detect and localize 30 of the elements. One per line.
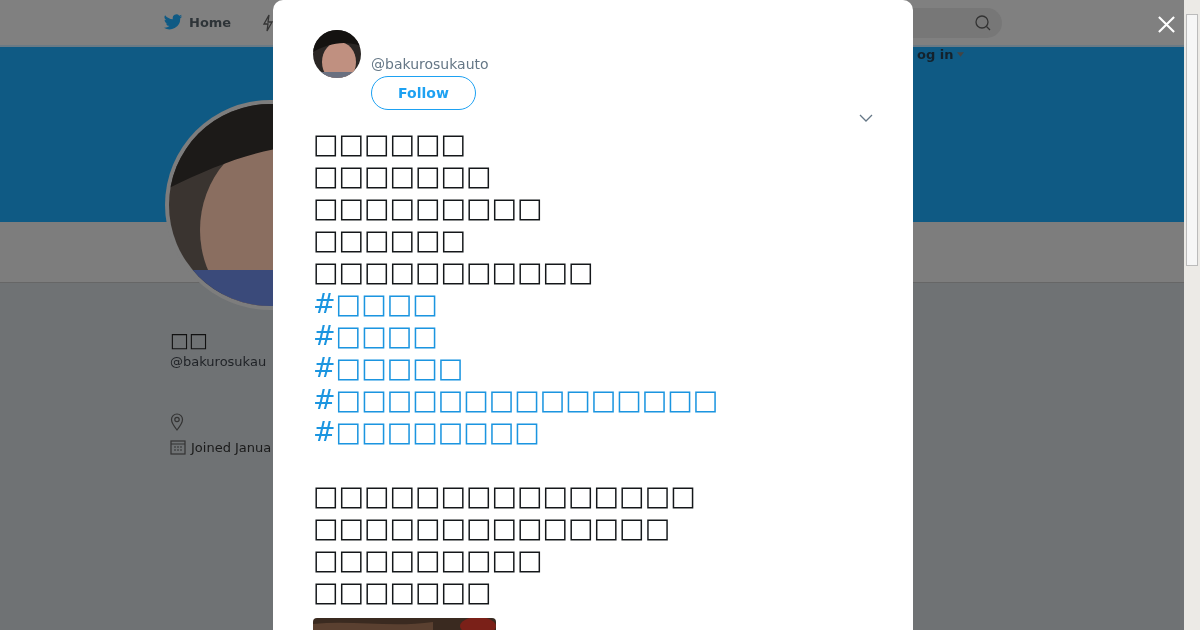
scrollbar[interactable] [1184, 0, 1200, 630]
hashtag-link[interactable]: #□□□□□□□□□□□□□□□ [313, 384, 719, 416]
location-icon [170, 413, 184, 431]
tweet-handle[interactable]: @bakurosukauto [371, 56, 489, 72]
hashtag-link[interactable]: #□□□□ [313, 288, 438, 320]
tweet-text-line: □□□□□□□ [313, 160, 492, 192]
login-link[interactable]: og in [917, 47, 965, 62]
close-icon[interactable] [1157, 15, 1176, 34]
tweet-text-line: □□□□□□□□□□□ [313, 256, 594, 288]
tweet-text-line: □□□□□□ [313, 128, 467, 160]
tweet-text-line: □□□□□□□ [313, 576, 492, 608]
joined-date: Joined Janua [191, 439, 272, 455]
search-icon [974, 14, 992, 32]
hashtag-link[interactable]: #□□□□□ [313, 352, 464, 384]
hashtag-link[interactable]: #□□□□ [313, 320, 438, 352]
tweet-text-line: □□□□□□ [313, 224, 467, 256]
hashtag-link[interactable]: #□□□□□□□□ [313, 416, 540, 448]
tweet-text-line: □□□□□□□□□ [313, 192, 543, 224]
home-link[interactable]: Home [163, 14, 232, 31]
follow-button[interactable]: Follow [371, 76, 476, 110]
lightning-icon[interactable] [263, 13, 274, 32]
tweet-text-line: □□□□□□□□□□□□□□ [313, 512, 671, 544]
profile-handle: @bakurosukau [170, 354, 268, 369]
calendar-icon [170, 439, 186, 455]
tweet-text-line: □□□□□□□□□ [313, 544, 543, 576]
chevron-down-icon[interactable] [859, 114, 873, 122]
profile-name: □□ [170, 328, 209, 352]
tweet-text-line: □□□□□□□□□□□□□□□ [313, 480, 696, 512]
caret-icon [957, 52, 965, 57]
bird-icon [163, 14, 183, 31]
